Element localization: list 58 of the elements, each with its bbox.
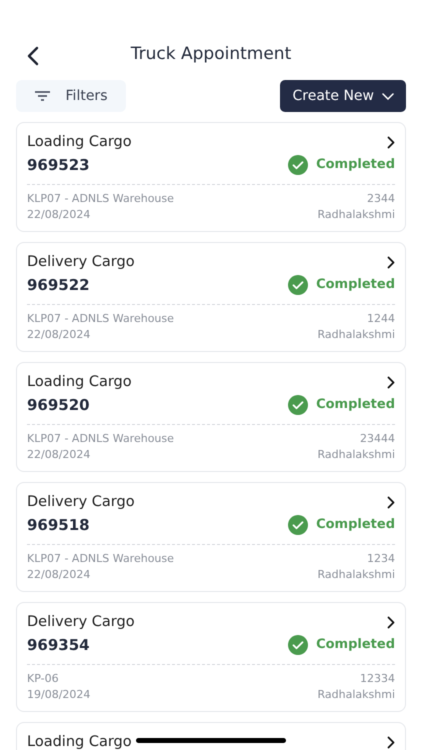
check-circle-icon (288, 155, 308, 175)
page-title: Truck Appointment (130, 43, 292, 66)
appointment-number: 969523 (27, 155, 90, 176)
date-text: 22/08/2024 (27, 567, 90, 583)
status-label: Completed (316, 396, 395, 414)
caret-icon (382, 92, 394, 100)
date-text: 19/08/2024 (27, 687, 90, 703)
status-label: Completed (316, 276, 395, 294)
appointment-type: Delivery Cargo (27, 613, 135, 632)
appointment-card[interactable]: Delivery Cargo 969522 Completed KLP07 - ADNLS Warehouse 1244 22/08/2024 Radhalakshmi (16, 242, 406, 352)
person-name: Radhalakshmi (318, 207, 395, 223)
appointment-number: 969354 (27, 635, 90, 656)
person-name: Radhalakshmi (318, 327, 395, 343)
appointment-number: 969520 (27, 395, 90, 416)
chevron-right-icon (387, 736, 395, 748)
appointment-type: Loading Cargo (27, 733, 132, 750)
person-name: Radhalakshmi (318, 567, 395, 583)
filters-button[interactable]: Filters (16, 80, 126, 112)
person-name: Radhalakshmi (318, 687, 395, 703)
status-label: Completed (316, 516, 395, 534)
chevron-right-icon (387, 496, 395, 508)
status-label: Completed (316, 636, 395, 654)
appointment-card[interactable]: Loading Cargo 969523 Completed KLP07 - ADNLS Warehouse 2344 22/08/2024 Radhalakshmi (16, 122, 406, 232)
location-text: KLP07 - ADNLS Warehouse (27, 311, 174, 327)
appointment-type: Delivery Cargo (27, 253, 135, 272)
appointment-type: Loading Cargo (27, 133, 132, 152)
create-new-button[interactable]: Create New (280, 80, 406, 112)
appointment-card[interactable]: Delivery Cargo 969354 Completed KP-06 12334 19/08/2024 Radhalakshmi (16, 602, 406, 712)
chevron-right-icon (387, 376, 395, 388)
chevron-right-icon (387, 256, 395, 268)
chevron-right-icon (387, 136, 395, 148)
date-text: 22/08/2024 (27, 327, 90, 343)
code-text: 1244 (367, 311, 395, 327)
location-text: KLP07 - ADNLS Warehouse (27, 431, 174, 447)
location-text: KLP07 - ADNLS Warehouse (27, 551, 174, 567)
location-text: KLP07 - ADNLS Warehouse (27, 191, 174, 207)
date-text: 22/08/2024 (27, 207, 90, 223)
check-circle-icon (288, 395, 308, 415)
filter-icon (34, 91, 50, 101)
back-icon (26, 46, 40, 66)
chevron-right-icon (387, 616, 395, 628)
status-label: Completed (316, 156, 395, 174)
date-text: 22/08/2024 (27, 447, 90, 463)
appointment-number: 969518 (27, 515, 90, 536)
check-circle-icon (288, 635, 308, 655)
appointment-type: Loading Cargo (27, 373, 132, 392)
location-text: KP-06 (27, 671, 59, 687)
appointment-number: 969522 (27, 275, 90, 296)
code-text: 12334 (360, 671, 395, 687)
appointment-card[interactable]: Delivery Cargo 969518 Completed KLP07 - ADNLS Warehouse 1234 22/08/2024 Radhalakshmi (16, 482, 406, 592)
code-text: 2344 (367, 191, 395, 207)
check-circle-icon (288, 275, 308, 295)
code-text: 1234 (367, 551, 395, 567)
check-circle-icon (288, 515, 308, 535)
code-text: 23444 (360, 431, 395, 447)
appointment-type: Delivery Cargo (27, 493, 135, 512)
person-name: Radhalakshmi (318, 447, 395, 463)
appointment-card[interactable]: Loading Cargo 969520 Completed KLP07 - ADNLS Warehouse 23444 22/08/2024 Radhalakshmi (16, 362, 406, 472)
